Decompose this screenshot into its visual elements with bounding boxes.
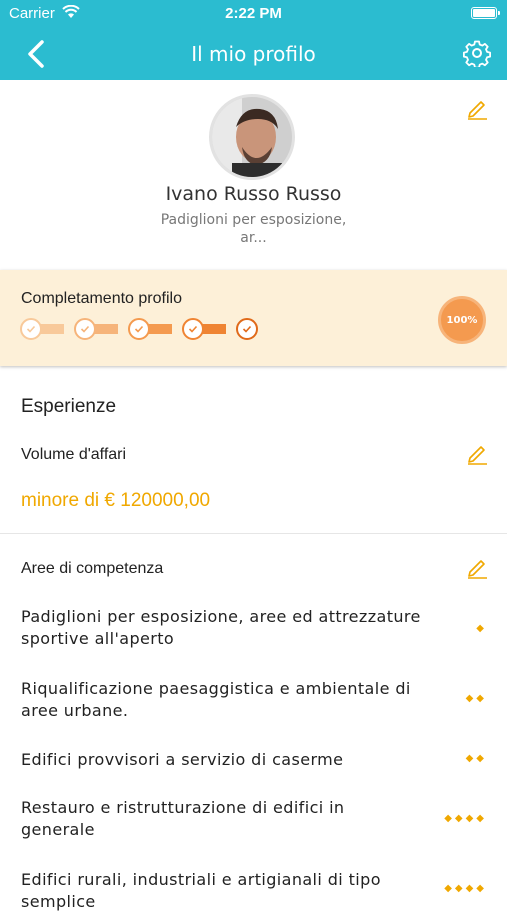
page-title: Il mio profilo: [191, 42, 316, 66]
area-level-diamonds: ◆◆◆◆: [444, 813, 487, 824]
area-item-line1: Restauro e ristrutturazione di edifici i…: [21, 798, 345, 817]
step-check-icon: [128, 318, 150, 340]
step-check-icon: [236, 318, 258, 340]
divider: [0, 533, 507, 534]
step-check-icon: [74, 318, 96, 340]
area-item[interactable]: Edifici rurali, industriali e artigianal…: [21, 869, 441, 913]
profile-subtitle-line2: ar...: [240, 230, 267, 246]
areas-label: Aree di competenza: [21, 560, 164, 577]
area-item[interactable]: Restauro e ristrutturazione di edifici i…: [21, 797, 441, 841]
area-item-line2: generale: [21, 820, 95, 839]
profile-subtitle-line1: Padiglioni per esposizione,: [160, 212, 347, 228]
area-item-line1: Edifici provvisori a servizio di caserme: [21, 750, 344, 769]
area-level-diamonds: ◆: [476, 623, 487, 634]
area-item[interactable]: Edifici provvisori a servizio di caserme: [21, 749, 441, 771]
volume-value: minore di € 120000,00: [21, 490, 211, 511]
profile-subtitle: Padiglioni per esposizione, ar...: [120, 211, 387, 247]
gear-icon[interactable]: [463, 39, 491, 69]
area-item-line1: Riqualificazione paesaggistica e ambient…: [21, 679, 411, 698]
area-item-line2: sportive all'aperto: [21, 629, 175, 648]
section-title-esperienze: Esperienze: [21, 396, 117, 417]
clock: 2:22 PM: [225, 5, 282, 22]
status-bar: Carrier 2:22 PM: [0, 0, 507, 28]
edit-areas-icon[interactable]: [465, 555, 489, 579]
area-item-line1: Edifici rurali, industriali e artigianal…: [21, 870, 381, 889]
area-level-diamonds: ◆◆◆◆: [444, 883, 487, 894]
step-check-icon: [182, 318, 204, 340]
area-item-line1: Padiglioni per esposizione, aree ed attr…: [21, 607, 421, 626]
area-level-diamonds: ◆◆: [465, 753, 487, 764]
profile-name: Ivano Russo Russo: [165, 183, 342, 205]
profile-completion-card: Completamento profilo: [0, 270, 507, 366]
completion-label: Completamento profilo: [21, 290, 182, 307]
area-item[interactable]: Riqualificazione paesaggistica e ambient…: [21, 678, 441, 722]
battery-icon: [471, 7, 500, 19]
nav-bar: Il mio profilo: [0, 28, 507, 80]
area-item-line2: aree urbane.: [21, 701, 129, 720]
step-check-icon: [20, 318, 42, 340]
completion-progress: [20, 318, 265, 340]
edit-profile-icon[interactable]: [465, 96, 489, 120]
area-level-diamonds: ◆◆: [465, 693, 487, 704]
area-item[interactable]: Padiglioni per esposizione, aree ed attr…: [21, 606, 441, 650]
area-item-line2: semplice: [21, 892, 96, 911]
profile-header: Ivano Russo Russo Padiglioni per esposiz…: [0, 80, 507, 270]
avatar[interactable]: [209, 94, 295, 180]
edit-volume-icon[interactable]: [465, 441, 489, 465]
volume-label: Volume d'affari: [21, 446, 127, 463]
completion-percent-badge: 100%: [438, 296, 486, 344]
